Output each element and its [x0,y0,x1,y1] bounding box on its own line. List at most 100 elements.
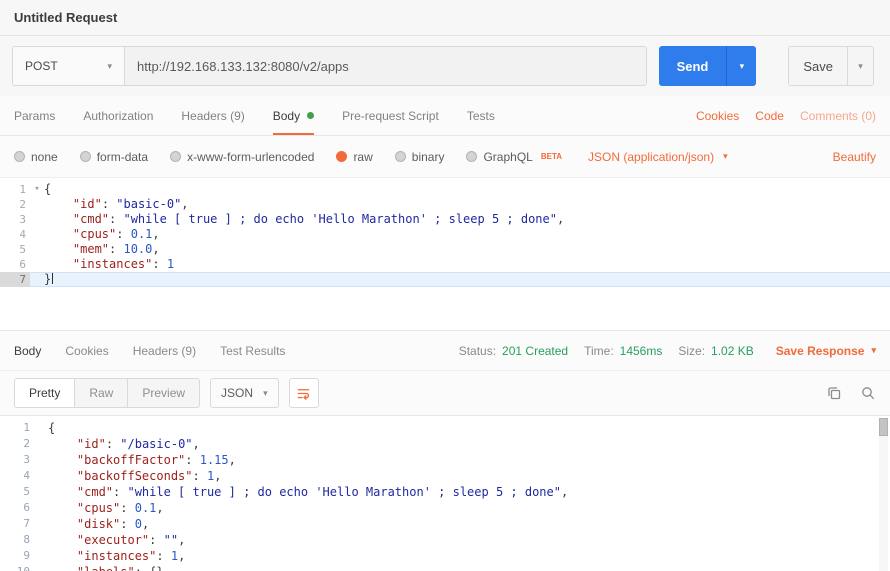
fold-spacer [34,548,48,564]
fold-spacer [34,516,48,532]
cookies-link[interactable]: Cookies [696,109,739,123]
method-select[interactable]: POST ▾ [13,47,125,85]
method-label: POST [25,59,58,73]
scrollbar-thumb[interactable] [879,418,888,436]
code-link[interactable]: Code [755,109,784,123]
copy-response-button[interactable] [826,385,842,401]
fold-spacer [34,564,48,571]
response-tab-body[interactable]: Body [14,344,41,358]
tab-headers[interactable]: Headers (9) [181,96,244,135]
code-line: 1{ [0,420,890,436]
response-language-select[interactable]: JSON ▾ [210,378,279,408]
beta-badge: BETA [541,152,562,161]
content-type-select[interactable]: JSON (application/json) ▾ [588,150,728,164]
chevron-down-icon: ▾ [871,346,876,355]
code-text: "cmd": "while [ true ] ; do echo 'Hello … [48,484,568,500]
fold-spacer [34,484,48,500]
save-options-button[interactable]: ▾ [847,47,873,85]
code-text: "id": "/basic-0", [48,436,200,452]
save-split-button: Save ▾ [788,46,874,86]
wrap-lines-icon [296,386,311,401]
fold-spacer [34,468,48,484]
code-line: 4 "cpus": 0.1, [0,227,890,242]
send-button[interactable]: Send [659,46,727,86]
body-type-form-data[interactable]: form-data [80,150,148,164]
view-raw-button[interactable]: Raw [75,379,128,407]
line-number: 3 [0,212,30,227]
code-line: 8 "executor": "", [0,532,890,548]
response-body-editor[interactable]: 1{2 "id": "/basic-0",3 "backoffFactor": … [0,416,890,571]
tab-authorization[interactable]: Authorization [83,96,153,135]
line-number: 5 [0,242,30,257]
view-preview-button[interactable]: Preview [128,379,199,407]
code-line: 2 "id": "basic-0", [0,197,890,212]
radio-icon [395,151,406,162]
tab-params[interactable]: Params [14,96,55,135]
status-label: Status: [459,344,496,358]
view-pretty-button[interactable]: Pretty [15,379,75,407]
response-tab-test-results[interactable]: Test Results [220,344,285,358]
response-status-group: Status: 201 Created Time: 1456ms Size: 1… [449,344,876,358]
fold-spacer [30,212,44,227]
fold-spacer [30,197,44,212]
size-value: 1.02 KB [711,344,754,358]
url-input[interactable] [125,47,646,85]
code-text: "backoffFactor": 1.15, [48,452,236,468]
line-number: 6 [0,500,34,516]
line-number: 9 [0,548,34,564]
response-scrollbar[interactable] [879,418,888,571]
save-response-button[interactable]: Save Response ▾ [776,344,876,358]
url-group: POST ▾ [12,46,647,86]
code-line: 4 "backoffSeconds": 1, [0,468,890,484]
search-response-button[interactable] [860,385,876,401]
save-button[interactable]: Save [789,47,847,85]
line-number: 5 [0,484,34,500]
tab-tests[interactable]: Tests [467,96,495,135]
beautify-link[interactable]: Beautify [833,150,876,164]
fold-spacer [30,242,44,257]
tab-body[interactable]: Body [273,96,314,135]
titlebar: Untitled Request [0,0,890,36]
line-number: 10 [0,564,34,571]
body-type-bar: none form-data x-www-form-urlencoded raw… [0,136,890,178]
body-type-binary[interactable]: binary [395,150,445,164]
code-line: 6 "cpus": 0.1, [0,500,890,516]
fold-spacer [34,500,48,516]
body-type-x-www-form-urlencoded[interactable]: x-www-form-urlencoded [170,150,314,164]
line-number: 2 [0,436,34,452]
code-text: "cpus": 0.1, [44,227,160,242]
code-text: "cpus": 0.1, [48,500,164,516]
fold-spacer [34,436,48,452]
code-text: "cmd": "while [ true ] ; do echo 'Hello … [44,212,564,227]
fold-arrow-icon[interactable]: ▾ [30,182,44,197]
response-tab-cookies[interactable]: Cookies [65,344,108,358]
chevron-down-icon: ▾ [723,152,728,161]
response-code: 1{2 "id": "/basic-0",3 "backoffFactor": … [0,420,890,571]
request-bar: POST ▾ Send ▾ Save ▾ [0,36,890,96]
body-type-graphql[interactable]: GraphQL BETA [466,150,562,164]
comments-link[interactable]: Comments (0) [800,109,876,123]
fold-spacer [34,420,48,436]
code-line: 1▾{ [0,182,890,197]
body-type-none[interactable]: none [14,150,58,164]
code-text: "instances": 1, [48,548,185,564]
text-cursor [52,273,53,284]
code-line: 3 "cmd": "while [ true ] ; do echo 'Hell… [0,212,890,227]
wrap-lines-button[interactable] [289,378,319,408]
fold-spacer [34,452,48,468]
body-type-raw[interactable]: raw [336,150,372,164]
code-line: 5 "mem": 10.0, [0,242,890,257]
radio-icon [14,151,25,162]
tab-pre-request-script[interactable]: Pre-request Script [342,96,439,135]
chevron-down-icon: ▾ [858,62,863,71]
code-text: "executor": "", [48,532,185,548]
send-options-button[interactable]: ▾ [726,46,756,86]
send-split-button: Send ▾ [659,46,757,86]
response-tab-headers[interactable]: Headers (9) [133,344,196,358]
chevron-down-icon: ▾ [740,62,745,71]
radio-selected-icon [336,151,347,162]
body-has-content-dot-icon [307,112,314,119]
view-switcher: Pretty Raw Preview [14,378,200,408]
request-body-editor[interactable]: 1▾{2 "id": "basic-0",3 "cmd": "while [ t… [0,178,890,330]
code-text: "instances": 1 [44,257,174,272]
